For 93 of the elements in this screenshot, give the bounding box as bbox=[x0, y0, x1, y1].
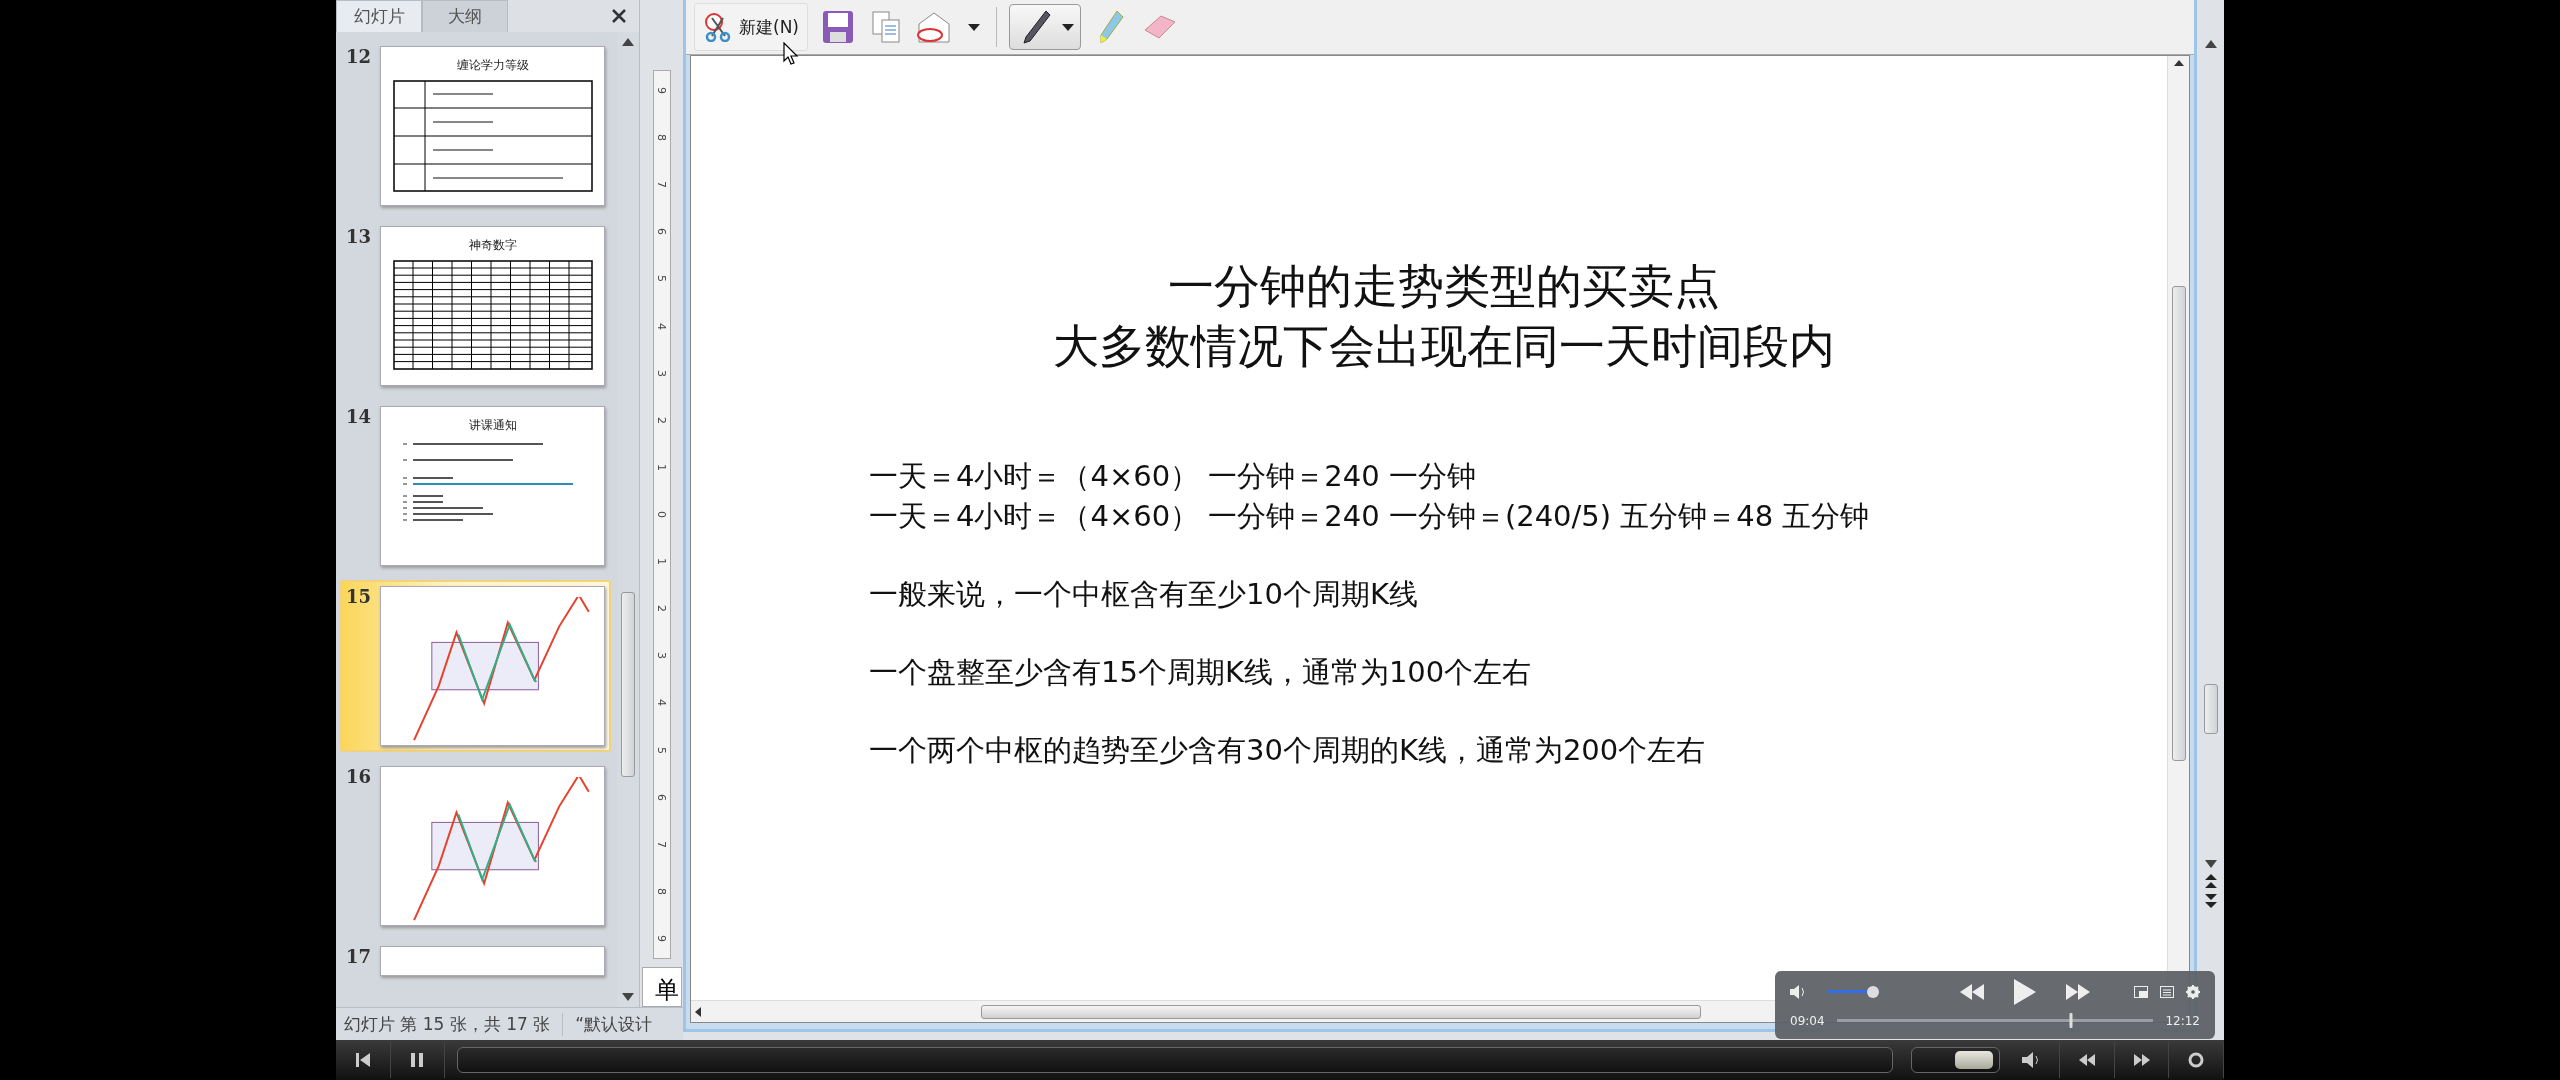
scissors-icon bbox=[703, 12, 733, 42]
ruler-number: 2 bbox=[656, 416, 667, 424]
ruler-number: 3 bbox=[656, 369, 667, 377]
slide-thumbnail-row[interactable]: 17 bbox=[340, 940, 611, 982]
slide-thumbnail[interactable] bbox=[380, 586, 605, 746]
scroll-up-icon[interactable] bbox=[2204, 40, 2217, 48]
next-slide-icon[interactable] bbox=[2204, 894, 2217, 908]
slide-thumbnail-row[interactable]: 16 bbox=[340, 760, 611, 932]
slide-number: 12 bbox=[346, 46, 373, 69]
slide-text: 一般来说，一个中枢含有至少10个周期K线 bbox=[869, 576, 1419, 613]
slide-title: 一分钟的走势类型的买卖点 bbox=[1167, 258, 1721, 315]
ruler-number: 3 bbox=[656, 652, 667, 660]
fast-forward-icon bbox=[2133, 1054, 2150, 1066]
ruler-number: 6 bbox=[656, 228, 667, 236]
ruler-number: 9 bbox=[656, 934, 667, 942]
scroll-down-icon[interactable] bbox=[622, 993, 634, 1001]
notes-text: 单 bbox=[641, 967, 682, 1007]
ruler-number: 4 bbox=[656, 699, 667, 707]
total-time: 12:12 bbox=[2165, 1014, 2200, 1028]
slide-number: 15 bbox=[346, 586, 373, 609]
pause-icon bbox=[411, 1053, 424, 1067]
ruler-number: 8 bbox=[656, 887, 667, 895]
envelope-icon bbox=[916, 10, 952, 44]
seek-track[interactable] bbox=[457, 1047, 1893, 1073]
slide-title: 大多数情况下会出现在同一天时间段内 bbox=[1052, 318, 1836, 375]
pen-button[interactable] bbox=[1009, 4, 1081, 50]
settings-icon bbox=[2186, 985, 2200, 999]
thumbnail-title: 讲课通知 bbox=[468, 417, 517, 434]
slide-thumbnail[interactable]: 讲课通知 bbox=[380, 406, 605, 566]
ruler-number: 1 bbox=[656, 558, 667, 566]
panel-tab[interactable]: 大纲 bbox=[422, 0, 508, 32]
highlighter-icon bbox=[1097, 9, 1125, 45]
previous-slide-icon[interactable] bbox=[2204, 874, 2217, 888]
ruler-number: 5 bbox=[656, 746, 667, 754]
caret-icon bbox=[1062, 23, 1074, 31]
slide-thumbnail-row[interactable]: 15 bbox=[340, 580, 611, 752]
scrollbar-thumb[interactable] bbox=[2203, 684, 2218, 734]
play-icon bbox=[2014, 979, 2036, 1005]
volume-knob[interactable] bbox=[1867, 986, 1879, 998]
scroll-up-icon[interactable] bbox=[622, 38, 634, 46]
volume-track[interactable] bbox=[1910, 1047, 2000, 1073]
slide-thumbnail[interactable]: 缠论学力等级 bbox=[380, 46, 605, 206]
progress-handle[interactable] bbox=[2069, 1013, 2073, 1028]
ruler-number: 6 bbox=[656, 793, 667, 801]
picture-in-picture-icon bbox=[2134, 986, 2148, 998]
slide-number: 14 bbox=[346, 406, 373, 429]
ruler-number: 7 bbox=[656, 840, 667, 848]
slide-thumbnail-row[interactable]: 12 缠论学力等级 bbox=[340, 40, 611, 212]
ruler-number: 0 bbox=[656, 511, 667, 518]
scrollbar-thumb[interactable] bbox=[2171, 286, 2186, 761]
slide-number: 17 bbox=[346, 946, 373, 969]
slide-thumbnail-row[interactable]: 13 神奇数字 bbox=[340, 220, 611, 392]
slide-thumbnail-row[interactable]: 14 讲课通知 bbox=[340, 400, 611, 572]
slide-thumbnail[interactable] bbox=[380, 946, 605, 976]
list-icon bbox=[2160, 986, 2174, 998]
ruler-number: 9 bbox=[656, 87, 667, 94]
thumbnail-title: 缠论学力等级 bbox=[456, 57, 529, 74]
skip-back-icon bbox=[355, 1053, 370, 1067]
settings-button[interactable] bbox=[2186, 985, 2200, 999]
ruler-number: 8 bbox=[656, 134, 667, 142]
elapsed-time: 09:04 bbox=[1790, 1014, 1825, 1028]
new-button[interactable]: 新建(N) bbox=[694, 3, 808, 51]
copy-icon bbox=[871, 10, 901, 44]
caret-icon bbox=[968, 23, 980, 31]
slide-number: 16 bbox=[346, 766, 373, 789]
rewind-icon bbox=[2079, 1054, 2096, 1066]
slide-number: 13 bbox=[346, 226, 373, 249]
playlist-button[interactable] bbox=[2160, 986, 2174, 998]
ruler-number: 1 bbox=[656, 463, 667, 471]
thumbnail-title: 神奇数字 bbox=[468, 237, 517, 254]
ruler-number: 2 bbox=[656, 605, 667, 613]
panel-tab[interactable]: 幻灯片 bbox=[336, 0, 422, 32]
slider-thumb[interactable] bbox=[1955, 1051, 1994, 1069]
picture-in-picture-button[interactable] bbox=[2134, 986, 2148, 998]
close-icon[interactable] bbox=[611, 8, 627, 24]
theme-name-text: “默认设计 bbox=[574, 1012, 653, 1036]
scroll-up-icon[interactable] bbox=[2173, 60, 2184, 66]
slide-text: 一个两个中枢的趋势至少含有30个周期的K线，通常为200个左右 bbox=[869, 732, 1707, 769]
scroll-left-icon[interactable] bbox=[695, 1006, 701, 1017]
ring-icon bbox=[2188, 1052, 2205, 1068]
ruler-number: 7 bbox=[656, 181, 667, 189]
slide-count-text: 幻灯片 第 15 张，共 17 张 bbox=[336, 1012, 564, 1036]
scrollbar-thumb[interactable] bbox=[621, 592, 635, 777]
ruler-number: 4 bbox=[656, 322, 667, 330]
scroll-down-icon[interactable] bbox=[2204, 860, 2217, 868]
slide-text: 一天＝4小时＝（4×60） 一分钟＝240 一分钟 bbox=[869, 458, 1477, 495]
slide-thumbnail[interactable] bbox=[380, 766, 605, 926]
slide-thumbnail[interactable]: 神奇数字 bbox=[380, 226, 605, 386]
scrollbar-thumb[interactable] bbox=[981, 1004, 1701, 1019]
ruler-number: 5 bbox=[656, 275, 667, 283]
slide-text: 一个盘整至少含有15个周期K线，通常为100个左右 bbox=[869, 654, 1533, 691]
play-button[interactable] bbox=[2014, 979, 2036, 1005]
slide-text: 一天＝4小时＝（4×60） 一分钟＝240 一分钟＝(240/5) 五分钟＝48 五分钟 bbox=[869, 498, 1871, 535]
